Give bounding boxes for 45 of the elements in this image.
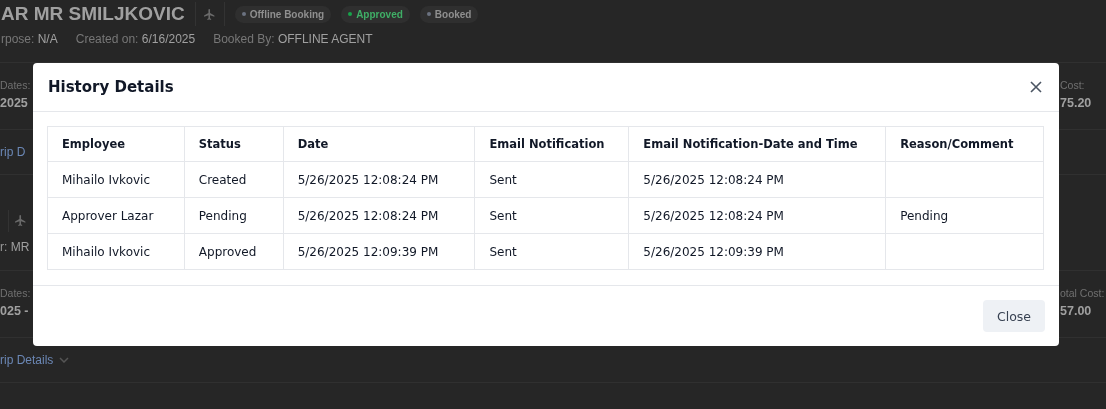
trip-details-link[interactable]: rip Details xyxy=(0,353,54,367)
table-cell: 5/26/2025 12:08:24 PM xyxy=(643,172,784,187)
table-cell: Sent xyxy=(489,172,517,187)
meta-text: Created on: 6/16/2025 xyxy=(75,32,196,46)
table-cell: Approved xyxy=(198,244,257,259)
table-cell: 5/26/2025 12:09:39 PM xyxy=(643,244,784,259)
cost-value: 57.00 xyxy=(1060,304,1093,318)
status-badge: Booked xyxy=(419,5,479,23)
column-header: Email Notification xyxy=(474,126,629,162)
cost-value: 75.20 xyxy=(1060,96,1093,110)
dialog-title: History Details xyxy=(48,78,174,96)
column-header: Email Notification-Date and Time xyxy=(628,126,886,162)
chevron-icon xyxy=(59,357,70,363)
dates-label: Dates: xyxy=(0,287,31,299)
table-cell: Mihailo Ivkovic xyxy=(62,172,150,187)
table-cell: Pending xyxy=(198,208,247,223)
dates-value: 2025 xyxy=(0,96,29,110)
table-cell: Created xyxy=(198,172,247,187)
close-button[interactable]: Close xyxy=(982,300,1045,332)
dates-value: 025 - xyxy=(0,304,30,318)
column-header: Date xyxy=(283,126,475,162)
table-cell: Sent xyxy=(489,244,517,259)
column-header: Reason/Comment xyxy=(885,126,1044,162)
status-badge: Offline Booking xyxy=(234,5,332,23)
table-cell: Pending xyxy=(900,208,949,223)
traveler-name: AR MR SMILJKOVIC xyxy=(1,3,185,25)
table-cell: Approver Lazar xyxy=(62,208,154,223)
dates-label: Dates: xyxy=(0,79,31,91)
traveler-text: r: MR xyxy=(0,239,30,254)
table-cell: 5/26/2025 12:09:39 PM xyxy=(297,244,439,259)
table-cell: Sent xyxy=(489,208,517,223)
column-header: Status xyxy=(184,126,284,162)
trip-details-link[interactable]: rip D xyxy=(0,145,26,159)
meta-text: Booked By: OFFLINE AGENT xyxy=(213,32,373,46)
meta-text: rpose: N/A xyxy=(1,32,58,46)
cost-label: otal Cost: xyxy=(1060,287,1106,299)
table-cell: 5/26/2025 12:08:24 PM xyxy=(643,208,784,223)
plane-icon xyxy=(194,2,225,26)
table-cell: Mihailo Ivkovic xyxy=(62,244,150,259)
cost-label: Cost: xyxy=(1060,79,1086,91)
column-header: Employee xyxy=(47,126,185,162)
close-icon[interactable] xyxy=(1028,79,1044,95)
table-cell: 5/26/2025 12:08:24 PM xyxy=(297,172,439,187)
table-cell: 5/26/2025 12:08:24 PM xyxy=(297,208,439,223)
status-badge: Approved xyxy=(341,5,410,23)
